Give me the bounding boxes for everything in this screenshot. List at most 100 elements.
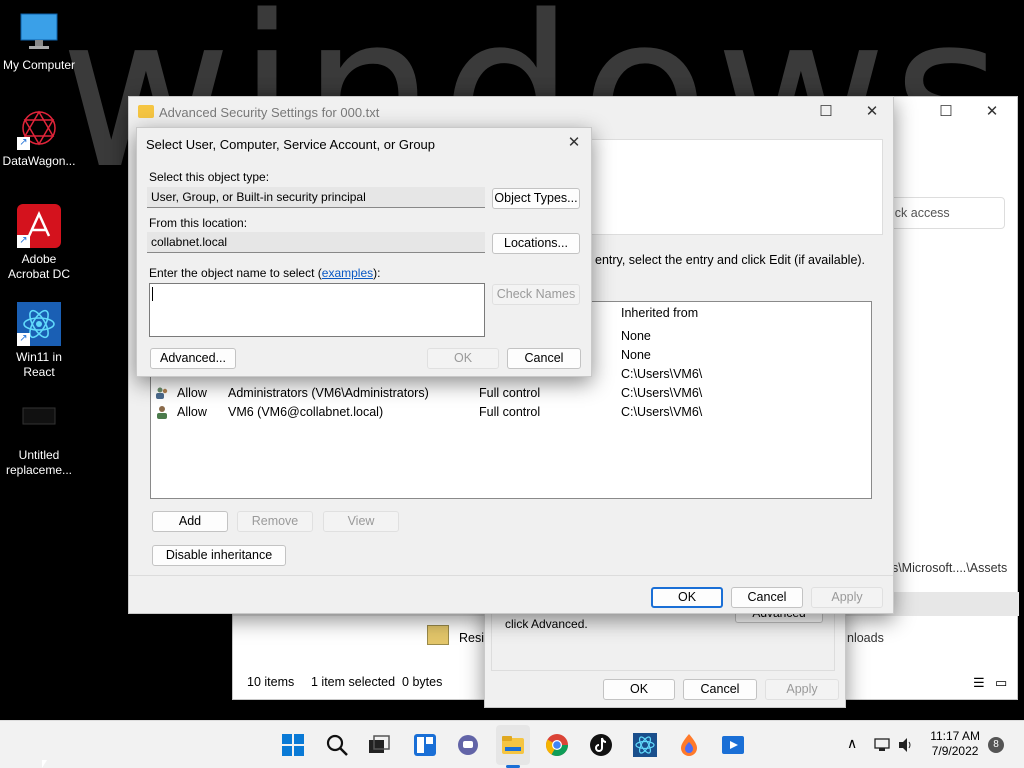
location-label: From this location: bbox=[149, 216, 248, 230]
tiles-view-icon[interactable]: ▭ bbox=[995, 675, 1007, 691]
user-icon bbox=[157, 406, 167, 419]
status-selection: 1 item selected 0 bytes bbox=[311, 675, 443, 689]
close-icon[interactable]: ✕ bbox=[555, 128, 593, 158]
datawagon-icon: ↗ bbox=[17, 106, 61, 150]
search-input[interactable]: ick access bbox=[885, 197, 1005, 229]
table-row[interactable]: Allow VM6 (VM6@collabnet.local) Full con… bbox=[151, 403, 871, 422]
notification-badge[interactable]: 8 bbox=[988, 737, 1004, 753]
select-user-dialog[interactable]: Select User, Computer, Service Account, … bbox=[136, 127, 592, 377]
close-icon[interactable]: ✕ bbox=[849, 97, 895, 127]
close-icon[interactable]: ✕ bbox=[969, 97, 1015, 127]
shortcut-arrow-icon: ↗ bbox=[17, 333, 30, 346]
object-name-label-prefix: Enter the object name to select ( bbox=[149, 266, 322, 280]
desktop-icon-win11-react[interactable]: ↗ Win11 in React bbox=[0, 302, 78, 380]
chat-icon[interactable] bbox=[456, 733, 480, 757]
object-type-field: User, Group, or Built-in security princi… bbox=[147, 187, 485, 208]
maximize-icon[interactable]: ☐ bbox=[803, 97, 849, 127]
desktop-icon-label: My Computer bbox=[2, 58, 76, 72]
inherited-cell: None bbox=[621, 348, 651, 362]
chrome-icon[interactable] bbox=[545, 733, 569, 757]
ok-button[interactable]: OK bbox=[427, 348, 499, 369]
file-explorer-icon[interactable] bbox=[501, 733, 525, 757]
type-cell: Allow bbox=[177, 386, 207, 400]
ok-button[interactable]: OK bbox=[651, 587, 723, 608]
maximize-icon[interactable]: ☐ bbox=[923, 97, 969, 127]
column-inherited-from[interactable]: Inherited from bbox=[621, 306, 698, 320]
access-cell: Full control bbox=[479, 405, 541, 419]
cancel-button[interactable]: Cancel bbox=[683, 679, 757, 700]
tiktok-icon[interactable] bbox=[589, 733, 613, 757]
principal-cell: Administrators (VM6\Administrators) bbox=[228, 386, 429, 400]
cancel-button[interactable]: Cancel bbox=[731, 587, 803, 608]
acrobat-icon: ↗ bbox=[17, 204, 61, 248]
table-row[interactable]: Allow Administrators (VM6\Administrators… bbox=[151, 384, 871, 403]
iso-file-icon bbox=[427, 625, 449, 645]
folder-icon bbox=[138, 105, 154, 118]
widgets-icon[interactable] bbox=[413, 733, 437, 757]
chevron-up-icon[interactable]: ∧ bbox=[847, 735, 857, 752]
paint-app-icon[interactable] bbox=[677, 733, 701, 757]
principal-cell: VM6 (VM6@collabnet.local) bbox=[228, 405, 384, 419]
video-editor-icon[interactable] bbox=[721, 733, 745, 757]
view-button[interactable]: View bbox=[323, 511, 399, 532]
shortcut-arrow-icon: ↗ bbox=[17, 235, 30, 248]
inherited-cell: None bbox=[621, 329, 651, 343]
computer-icon bbox=[17, 10, 61, 54]
inherited-cell: C:\Users\VM6\ bbox=[621, 405, 703, 419]
clock-time: 11:17 AM bbox=[930, 729, 980, 743]
group-users-icon bbox=[156, 387, 168, 399]
type-cell: Allow bbox=[177, 405, 207, 419]
add-button[interactable]: Add bbox=[152, 511, 228, 532]
clock[interactable]: 11:17 AM 7/9/2022 bbox=[930, 729, 980, 759]
desktop-icon-my-computer[interactable]: My Computer bbox=[0, 10, 78, 73]
access-cell: Full control bbox=[479, 386, 541, 400]
desktop-icon-untitled[interactable]: Untitled replaceme... bbox=[0, 400, 78, 478]
inherited-cell: C:\Users\VM6\ bbox=[621, 367, 703, 381]
advanced-button[interactable]: Advanced... bbox=[150, 348, 236, 369]
instruction-text: entry, select the entry and click Edit (… bbox=[595, 253, 866, 267]
dialog-title: Select User, Computer, Service Account, … bbox=[146, 137, 436, 152]
object-name-input[interactable] bbox=[149, 283, 485, 337]
path-text: es\Microsoft....\Assets bbox=[885, 561, 1008, 575]
volume-icon[interactable] bbox=[898, 737, 914, 753]
object-name-label-suffix: ): bbox=[373, 266, 381, 280]
clock-date: 7/9/2022 bbox=[931, 744, 979, 758]
network-icon[interactable] bbox=[874, 737, 890, 753]
shortcut-arrow-icon: ↗ bbox=[17, 137, 30, 150]
examples-link[interactable]: examples bbox=[322, 266, 373, 280]
image-file-icon bbox=[17, 400, 61, 444]
disable-inheritance-button[interactable]: Disable inheritance bbox=[152, 545, 286, 566]
locations-button[interactable]: Locations... bbox=[492, 233, 580, 254]
downloads-text: nloads bbox=[847, 631, 884, 645]
inherited-cell: C:\Users\VM6\ bbox=[621, 386, 703, 400]
taskbar: ∧ 11:17 AM 7/9/2022 8 bbox=[0, 720, 1024, 768]
desktop-icon-label: Win11 in React bbox=[16, 350, 62, 379]
window-title: Advanced Security Settings for 000.txt bbox=[159, 105, 380, 120]
location-field: collabnet.local bbox=[147, 232, 485, 253]
desktop-icon-label: Untitled replaceme... bbox=[5, 448, 73, 477]
object-name-label: Enter the object name to select (example… bbox=[149, 266, 380, 280]
file-properties-dialog[interactable]: click Advanced. Advanced OK Cancel Apply bbox=[484, 600, 846, 708]
cancel-button[interactable]: Cancel bbox=[507, 348, 581, 369]
footer-divider bbox=[129, 575, 893, 576]
details-view-icon[interactable]: ☰ bbox=[973, 675, 985, 691]
object-types-button[interactable]: Object Types... bbox=[492, 188, 580, 209]
advanced-hint: click Advanced. bbox=[505, 617, 588, 631]
react-icon: ↗ bbox=[17, 302, 61, 346]
apply-button[interactable]: Apply bbox=[811, 587, 883, 608]
mouse-cursor-icon bbox=[42, 760, 47, 768]
apply-button[interactable]: Apply bbox=[765, 679, 839, 700]
desktop-icon-adobe-acrobat[interactable]: ↗ Adobe Acrobat DC bbox=[0, 204, 78, 282]
status-item-count: 10 items bbox=[247, 675, 295, 689]
desktop-icon-datawagon[interactable]: ↗ DataWagon... bbox=[0, 106, 78, 169]
search-icon[interactable] bbox=[325, 733, 349, 757]
object-type-label: Select this object type: bbox=[149, 170, 270, 184]
start-icon[interactable] bbox=[281, 733, 305, 757]
task-view-icon[interactable] bbox=[367, 733, 391, 757]
remove-button[interactable]: Remove bbox=[237, 511, 313, 532]
react-app-icon[interactable] bbox=[633, 733, 657, 757]
desktop-icon-label: DataWagon... bbox=[2, 154, 76, 168]
text-caret bbox=[152, 287, 153, 301]
check-names-button[interactable]: Check Names bbox=[492, 284, 580, 305]
ok-button[interactable]: OK bbox=[603, 679, 675, 700]
